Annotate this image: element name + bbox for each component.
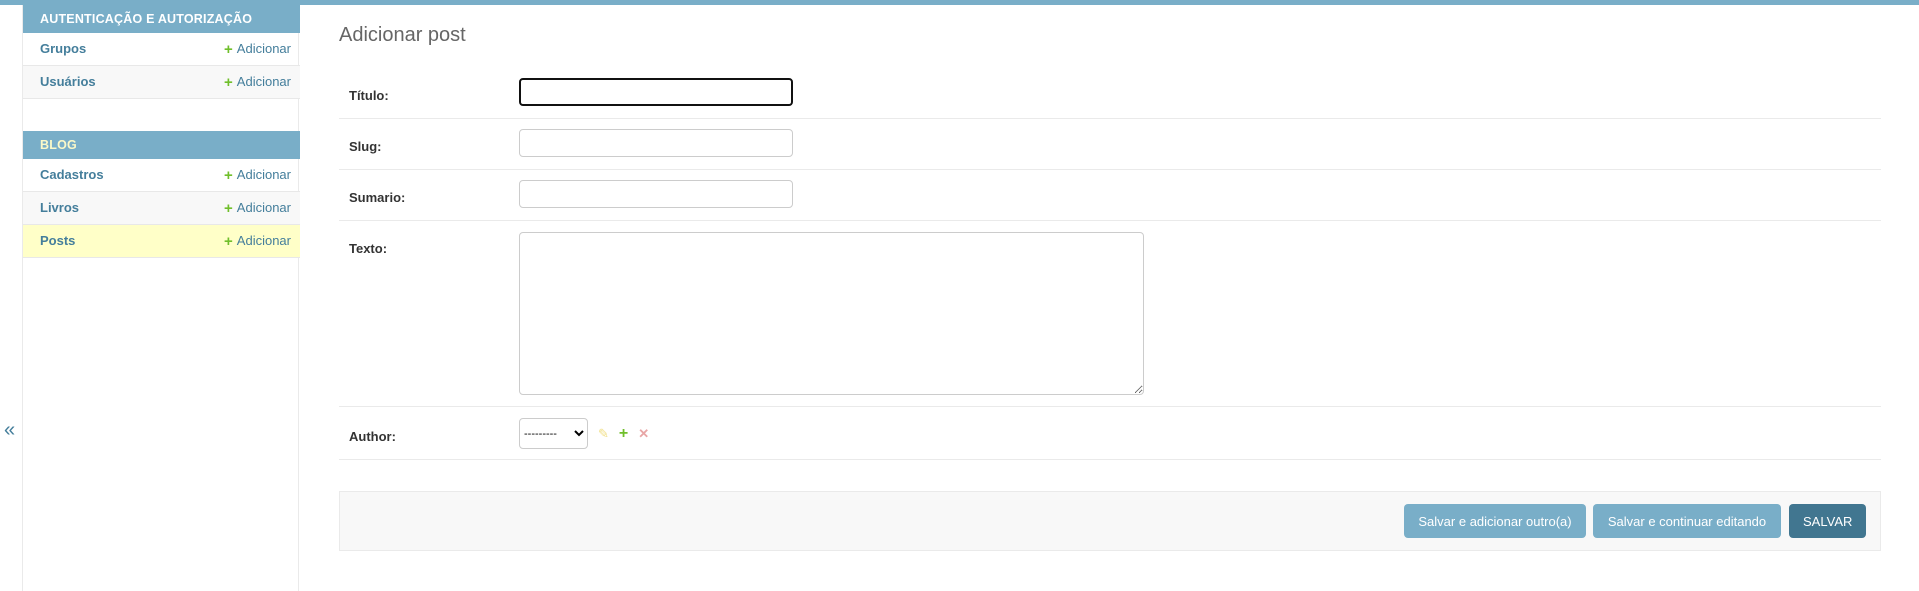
app-header-auth[interactable]: AUTENTICAÇÃO E AUTORIZAÇÃO [23,5,300,33]
sidebar-item-cadastros: Cadastros + Adicionar [23,159,300,192]
sidebar: AUTENTICAÇÃO E AUTORIZAÇÃO Grupos + Adic… [22,5,300,591]
model-link-cadastros[interactable]: Cadastros [40,159,104,191]
form-row-titulo: Título: [339,68,1881,119]
page-title: Adicionar post [339,24,466,46]
add-label: Adicionar [236,167,291,182]
submit-row: Salvar e adicionar outro(a) Salvar e con… [339,491,1881,551]
add-related-icon[interactable]: + [619,425,628,442]
add-label: Adicionar [236,233,291,248]
form-row-texto: Texto: [339,221,1881,407]
add-link-cadastros[interactable]: + Adicionar [224,159,291,191]
sidebar-toggle-icon[interactable]: « [4,418,15,442]
slug-label: Slug: [349,139,382,154]
add-link-livros[interactable]: + Adicionar [224,192,291,224]
form-row-sumario: Sumario: [339,170,1881,221]
form-row-author: Author: --------- ✎ + ✕ [339,407,1881,460]
save-and-continue-button[interactable]: Salvar e continuar editando [1593,504,1781,538]
add-link-grupos[interactable]: + Adicionar [224,33,291,65]
form-row-slug: Slug: [339,119,1881,170]
add-label: Adicionar [236,200,291,215]
author-select[interactable]: --------- [519,418,588,449]
save-button[interactable]: SALVAR [1789,504,1866,538]
texto-label: Texto: [349,241,388,256]
titulo-input[interactable] [519,78,793,106]
plus-icon: + [224,40,233,58]
author-widget: --------- ✎ + ✕ [519,418,649,449]
author-label: Author: [349,429,396,444]
sidebar-item-usuarios: Usuários + Adicionar [23,66,300,99]
model-link-usuarios[interactable]: Usuários [40,66,96,98]
sidebar-item-livros: Livros + Adicionar [23,192,300,225]
titulo-label: Título: [349,88,389,103]
sumario-label: Sumario: [349,190,406,205]
change-related-icon[interactable]: ✎ [598,427,609,440]
sumario-input[interactable] [519,180,793,208]
post-form: Título: Slug: Sumario: Texto: Author: --… [339,68,1881,460]
add-link-posts[interactable]: + Adicionar [224,225,291,257]
delete-related-icon[interactable]: ✕ [638,427,649,440]
add-link-usuarios[interactable]: + Adicionar [224,66,291,98]
slug-input[interactable] [519,129,793,157]
plus-icon: + [224,166,233,184]
sidebar-item-grupos: Grupos + Adicionar [23,33,300,66]
plus-icon: + [224,199,233,217]
texto-textarea[interactable] [519,232,1144,395]
plus-icon: + [224,232,233,250]
model-link-posts[interactable]: Posts [40,225,75,257]
app-blog: BLOG Cadastros + Adicionar Livros + Adic… [23,131,300,258]
sidebar-item-posts: Posts + Adicionar [23,225,300,258]
save-and-add-another-button[interactable]: Salvar e adicionar outro(a) [1404,504,1586,538]
model-link-grupos[interactable]: Grupos [40,33,86,65]
app-header-blog[interactable]: BLOG [23,131,300,159]
app-auth: AUTENTICAÇÃO E AUTORIZAÇÃO Grupos + Adic… [23,5,300,99]
add-label: Adicionar [236,74,291,89]
model-link-livros[interactable]: Livros [40,192,79,224]
plus-icon: + [224,73,233,91]
add-label: Adicionar [236,41,291,56]
